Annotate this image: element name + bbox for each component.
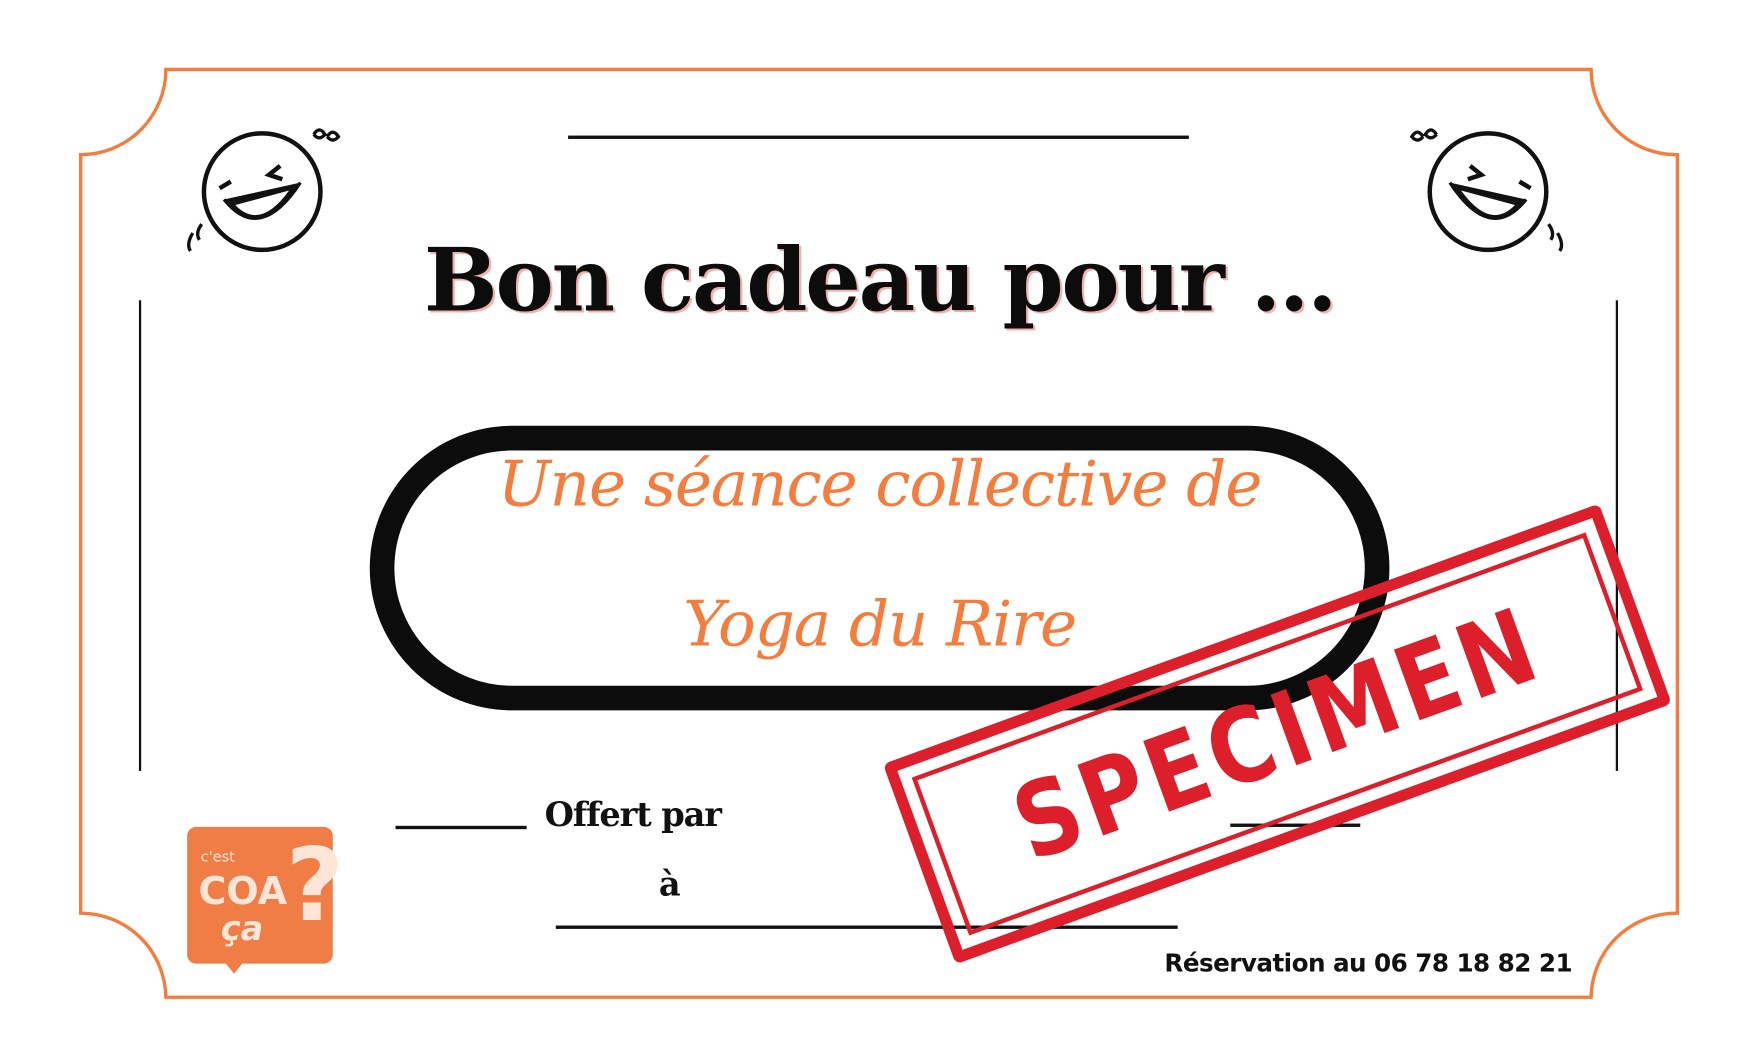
heart-icon: ♥ <box>222 952 246 981</box>
offered-by-label: Offert par <box>544 795 722 835</box>
offer-line-1: Une séance collective de <box>497 448 1262 522</box>
brand-logo: c'est COA ça ? ♥ <box>187 826 344 980</box>
recipient-label: à <box>658 865 681 905</box>
top-divider <box>568 135 1189 139</box>
left-rule <box>138 300 142 771</box>
gift-voucher: Bon cadeau pour ... Une séance collectiv… <box>0 0 1748 1063</box>
offered-by-line-left <box>395 825 527 830</box>
voucher-title: Bon cadeau pour ... <box>423 229 1338 332</box>
reservation-phone: Réservation au 06 78 18 82 21 <box>1164 950 1573 979</box>
recipient-line <box>555 925 1178 929</box>
